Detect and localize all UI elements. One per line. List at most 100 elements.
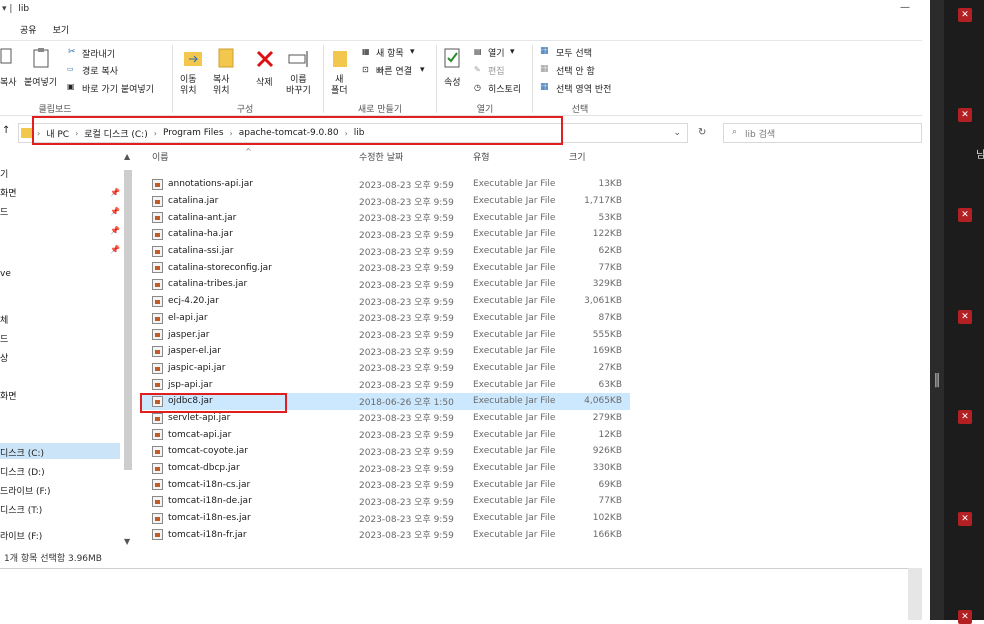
file-row[interactable]: tomcat-i18n-fr.jar 2023-08-23 오후 9:59 Exec…: [140, 526, 630, 543]
file-date: 2023-08-23 오후 9:59: [359, 431, 454, 442]
nav-item-drive-t[interactable]: 디스크 (T:): [0, 503, 42, 516]
column-header-name[interactable]: 이름: [152, 150, 169, 170]
file-row[interactable]: annotations-api.jar 2023-08-23 오후 9:59 Exe…: [140, 176, 630, 193]
scroll-down-icon[interactable]: ▼: [124, 537, 130, 546]
pin-icon: 📌: [110, 226, 120, 235]
jar-file-icon: [152, 229, 163, 241]
file-row[interactable]: el-api.jar 2023-08-23 오후 9:59 Executable J…: [140, 310, 630, 327]
jar-file-icon: [152, 479, 163, 491]
jar-file-icon: [152, 329, 163, 341]
file-type: Executable Jar File: [473, 262, 556, 273]
file-row[interactable]: jsp-api.jar 2023-08-23 오후 9:59 Executable …: [140, 376, 630, 393]
file-size: 329KB: [592, 279, 622, 290]
ribbon: 복사 붙여넣기 ✂ 잘라내기 ▭ 경로 복사 ▣ 바로 가기 붙여넣기 클립보드…: [0, 40, 922, 116]
file-size: 169KB: [592, 346, 622, 357]
file-row[interactable]: catalina-tribes.jar 2023-08-23 오후 9:59 Exe…: [140, 276, 630, 293]
file-name: tomcat-i18n-fr.jar: [168, 529, 247, 540]
file-size: 102KB: [592, 513, 622, 524]
copy-to-button[interactable]: 복사 위치: [213, 75, 230, 97]
jar-file-icon: [152, 379, 163, 391]
select-none-button[interactable]: 선택 안 함: [556, 64, 595, 77]
file-size: 63KB: [598, 379, 622, 390]
new-folder-button[interactable]: 새 폴더: [331, 75, 348, 97]
file-row[interactable]: jaspic-api.jar 2023-08-23 오후 9:59 Executab…: [140, 360, 630, 377]
copy-button[interactable]: 복사: [0, 75, 17, 88]
properties-button[interactable]: 속성: [444, 75, 461, 88]
file-row[interactable]: catalina-ant.jar 2023-08-23 오후 9:59 Execut…: [140, 209, 630, 226]
muted-mic-icon: ✕: [958, 610, 972, 624]
new-item-button[interactable]: 새 항목: [376, 46, 404, 59]
tab-file[interactable]: [0, 20, 12, 40]
select-all-button[interactable]: 모두 선택: [556, 46, 592, 59]
navigation-pane: 기 화면 📌 드 📌 📌 📌 ve 체 드 상 화면 디스크 (C:) 디스크 …: [0, 150, 122, 548]
file-row[interactable]: tomcat-i18n-cs.jar 2023-08-23 오후 9:59 Exec…: [140, 476, 630, 493]
file-row[interactable]: tomcat-i18n-es.jar 2023-08-23 오후 9:59 Exec…: [140, 510, 630, 527]
open-button[interactable]: 열기: [488, 46, 505, 59]
move-to-icon: [184, 52, 202, 66]
scroll-up-icon[interactable]: ▲: [124, 152, 130, 161]
window-scrollbar[interactable]: [908, 568, 922, 620]
nav-item[interactable]: 체: [0, 313, 8, 326]
move-to-button[interactable]: 이동 위치: [180, 75, 197, 97]
file-row[interactable]: tomcat-api.jar 2023-08-23 오후 9:59 Executab…: [140, 426, 630, 443]
nav-item-drive-d[interactable]: 디스크 (D:): [0, 465, 45, 478]
delete-button[interactable]: 삭제: [256, 75, 273, 88]
search-input[interactable]: ⌕ lib 검색: [723, 123, 922, 143]
file-date: 2023-08-23 오후 9:59: [359, 214, 454, 225]
rename-button[interactable]: 이름 바꾸기: [286, 75, 311, 97]
refresh-icon[interactable]: ↻: [698, 127, 706, 138]
column-header-type[interactable]: 유형: [473, 150, 490, 170]
tab-share[interactable]: 공유: [12, 20, 45, 40]
scrollbar-thumb[interactable]: [124, 170, 132, 470]
file-row[interactable]: tomcat-dbcp.jar 2023-08-23 오후 9:59 Executa…: [140, 460, 630, 477]
ribbon-divider: [172, 45, 173, 113]
file-row[interactable]: tomcat-i18n-de.jar 2023-08-23 오후 9:59 Exec…: [140, 493, 630, 510]
paste-button[interactable]: 붙여넣기: [24, 75, 57, 88]
file-name: catalina-tribes.jar: [168, 279, 248, 290]
nav-item[interactable]: 상: [0, 351, 8, 364]
file-name: catalina-ha.jar: [168, 229, 233, 240]
nav-item[interactable]: ve: [0, 269, 11, 279]
file-name: jaspic-api.jar: [168, 362, 226, 373]
nav-item-drive-f2[interactable]: 라이브 (F:): [0, 529, 42, 542]
file-row[interactable]: catalina-ssi.jar 2023-08-23 오후 9:59 Execut…: [140, 243, 630, 260]
file-row[interactable]: catalina.jar 2023-08-23 오후 9:59 Executable…: [140, 193, 630, 210]
minimize-button[interactable]: —: [900, 2, 910, 13]
muted-mic-icon: ✕: [958, 410, 972, 424]
cut-button[interactable]: 잘라내기: [82, 47, 115, 60]
chevron-down-icon[interactable]: ⌄: [673, 128, 681, 138]
nav-item[interactable]: 드: [0, 205, 8, 218]
clipboard-group-label: 클립보드: [38, 105, 72, 115]
nav-item[interactable]: 드: [0, 332, 8, 345]
copy-path-button[interactable]: 경로 복사: [82, 64, 118, 77]
nav-item[interactable]: 화면: [0, 186, 17, 199]
column-header-modified[interactable]: 수정한 날짜: [359, 150, 403, 170]
nav-item-drive-f[interactable]: 드라이브 (F:): [0, 484, 51, 497]
nav-item[interactable]: 화면: [0, 389, 17, 402]
paste-shortcut-button[interactable]: 바로 가기 붙여넣기: [82, 82, 154, 95]
file-size: 4,065KB: [584, 396, 622, 407]
edit-button[interactable]: 편집: [488, 64, 505, 77]
resize-handle[interactable]: ‖: [930, 372, 944, 388]
file-type: Executable Jar File: [473, 479, 556, 490]
nav-item-drive-c[interactable]: 디스크 (C:): [0, 446, 44, 459]
easy-access-button[interactable]: 빠른 연결: [376, 64, 412, 77]
file-row[interactable]: catalina-ha.jar 2023-08-23 오후 9:59 Executa…: [140, 226, 630, 243]
invert-selection-button[interactable]: 선택 영역 반전: [556, 82, 611, 95]
file-row[interactable]: catalina-storeconfig.jar 2023-08-23 오후 9:…: [140, 259, 630, 276]
file-row[interactable]: jasper.jar 2023-08-23 오후 9:59 Executable J…: [140, 326, 630, 343]
nav-scrollbar[interactable]: ▲ ▼: [122, 150, 134, 548]
file-row[interactable]: jasper-el.jar 2023-08-23 오후 9:59 Executabl…: [140, 343, 630, 360]
file-row[interactable]: tomcat-coyote.jar 2023-08-23 오후 9:59 Execu…: [140, 443, 630, 460]
tab-view[interactable]: 보기: [45, 20, 78, 40]
file-date: 2023-08-23 오후 9:59: [359, 514, 454, 525]
column-header-size[interactable]: 크기: [569, 150, 586, 170]
file-row[interactable]: ecj-4.20.jar 2023-08-23 오후 9:59 Executable…: [140, 293, 630, 310]
nav-item[interactable]: 기: [0, 167, 8, 180]
quick-access-toolbar[interactable]: ▾ |: [2, 4, 12, 14]
search-icon: ⌕: [732, 127, 738, 137]
file-size: 12KB: [598, 429, 622, 440]
history-button[interactable]: 히스토리: [488, 82, 521, 95]
rename-icon: [288, 51, 308, 67]
up-arrow-icon[interactable]: ↑: [2, 125, 10, 136]
